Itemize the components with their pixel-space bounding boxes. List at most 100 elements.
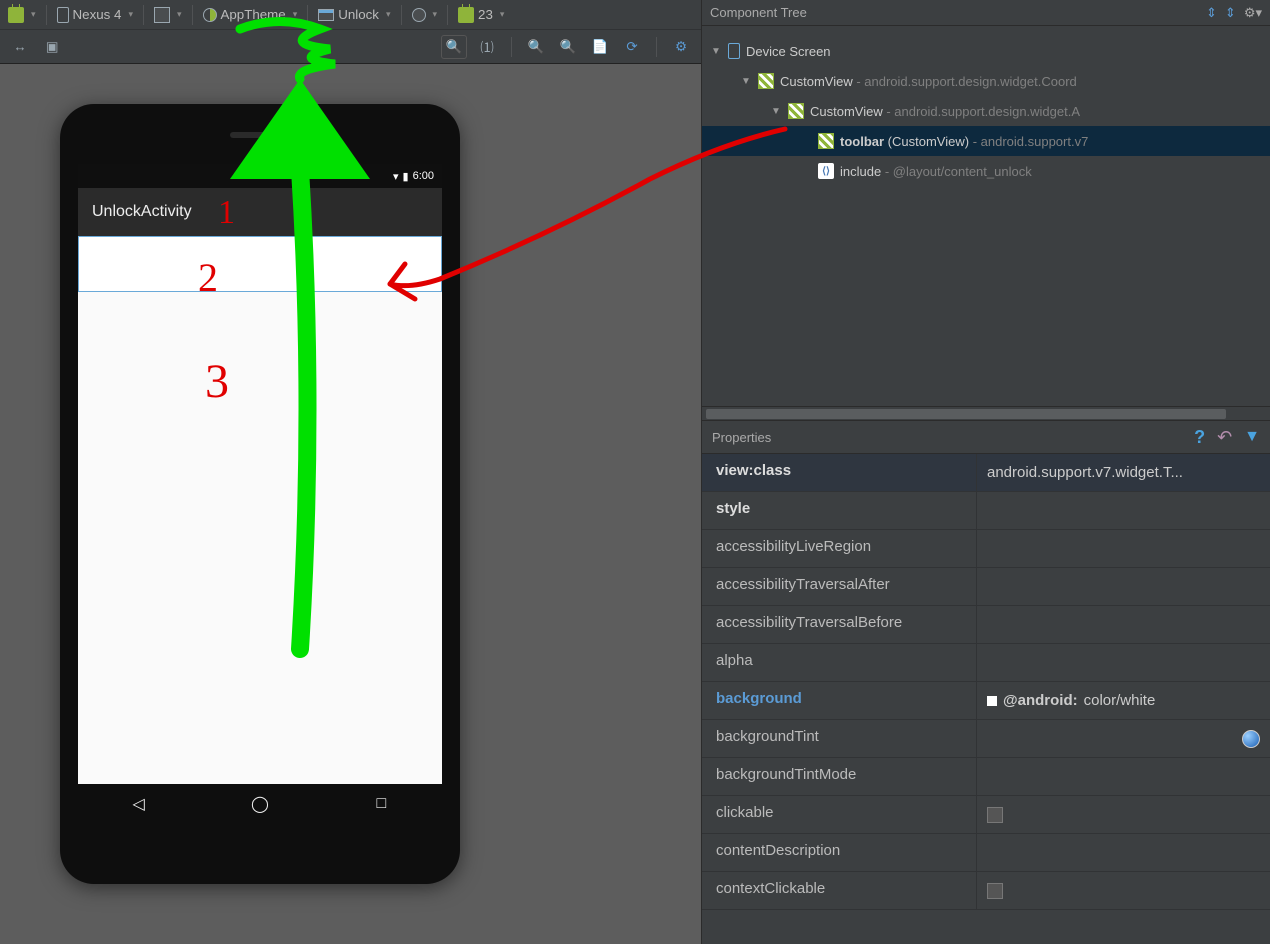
toggle-width-button[interactable]: ↔ xyxy=(8,35,32,59)
design-canvas[interactable]: ▾ ▮ 6:00 UnlockActivity ◁ ◯ □ xyxy=(0,64,701,944)
tree-row[interactable]: toolbar (CustomView) - android.support.v… xyxy=(702,126,1270,156)
zoom-in-icon: 🔍 xyxy=(528,39,544,55)
phone-icon xyxy=(57,7,69,23)
globe-icon xyxy=(412,8,426,22)
toggle-viewport-button[interactable]: ▣ xyxy=(40,35,64,59)
collapse-icon[interactable]: ⇕ xyxy=(1206,5,1217,21)
nav-bar: ◁ ◯ □ xyxy=(78,784,442,824)
property-row[interactable]: contextClickable xyxy=(702,872,1270,910)
tree-expander-icon[interactable]: ▼ xyxy=(770,106,782,117)
theme-label: AppTheme xyxy=(221,7,286,22)
customview-icon xyxy=(788,103,804,119)
layout-select[interactable]: Unlock xyxy=(314,3,394,27)
properties-title: Properties xyxy=(712,430,771,445)
zoom-in-button[interactable]: 🔍 xyxy=(524,35,548,59)
refresh-button[interactable]: ⟳ xyxy=(620,35,644,59)
property-name: contextClickable xyxy=(702,872,976,909)
property-value[interactable] xyxy=(976,872,1270,909)
undo-icon[interactable]: ↶ xyxy=(1217,427,1232,448)
design-surface-button[interactable] xyxy=(4,3,40,27)
api-select[interactable]: 23 xyxy=(454,3,508,27)
property-row[interactable]: contentDescription xyxy=(702,834,1270,872)
property-value[interactable] xyxy=(976,796,1270,833)
expand-icon[interactable]: ⇕ xyxy=(1225,5,1236,21)
property-row[interactable]: backgroundTintMode xyxy=(702,758,1270,796)
tree-label: CustomView - android.support.design.widg… xyxy=(810,104,1080,119)
component-tree-header: Component Tree ⇕ ⇕ ⚙▾ xyxy=(702,0,1270,26)
device-frame: ▾ ▮ 6:00 UnlockActivity ◁ ◯ □ xyxy=(60,104,460,884)
android-icon xyxy=(8,7,24,23)
property-value[interactable] xyxy=(976,720,1270,757)
property-row[interactable]: accessibilityLiveRegion xyxy=(702,530,1270,568)
property-row[interactable]: clickable xyxy=(702,796,1270,834)
property-value[interactable] xyxy=(976,644,1270,681)
property-value[interactable] xyxy=(976,758,1270,795)
fit-width-icon: ↔ xyxy=(12,39,28,55)
tree-label: Device Screen xyxy=(746,44,831,59)
browse-icon[interactable] xyxy=(1242,730,1260,748)
property-value[interactable] xyxy=(976,834,1270,871)
property-row[interactable]: alpha xyxy=(702,644,1270,682)
help-icon[interactable]: ? xyxy=(1194,427,1205,448)
device-select[interactable]: Nexus 4 xyxy=(53,3,137,27)
property-name: contentDescription xyxy=(702,834,976,871)
clipboard-button[interactable]: 📄 xyxy=(588,35,612,59)
property-name: view:class xyxy=(702,454,976,491)
tree-row[interactable]: ⟨⟩include - @layout/content_unlock xyxy=(702,156,1270,186)
property-name: accessibilityLiveRegion xyxy=(702,530,976,567)
app-bar: UnlockActivity xyxy=(78,188,442,236)
property-name: background xyxy=(702,682,976,719)
checkbox[interactable] xyxy=(987,883,1003,899)
tree-row[interactable]: ▼ CustomView - android.support.design.wid… xyxy=(702,66,1270,96)
property-value[interactable] xyxy=(976,530,1270,567)
theme-select[interactable]: AppTheme xyxy=(199,3,302,27)
view-toolbar: ↔ ▣ 🔍 ⑴ 🔍 🔍 📄 ⟳ ⚙ xyxy=(0,30,701,64)
speaker-slot xyxy=(230,132,290,138)
settings-button[interactable]: ⚙ xyxy=(669,35,693,59)
customview-icon xyxy=(818,133,834,149)
tree-label: CustomView - android.support.design.widg… xyxy=(780,74,1077,89)
layout-label: Unlock xyxy=(338,7,379,22)
property-row[interactable]: style xyxy=(702,492,1270,530)
layout-icon xyxy=(318,9,334,21)
status-time: 6:00 xyxy=(413,170,434,182)
property-row[interactable]: accessibilityTraversalAfter xyxy=(702,568,1270,606)
property-value[interactable] xyxy=(976,606,1270,643)
tree-scrollbar[interactable] xyxy=(702,406,1270,420)
app-title: UnlockActivity xyxy=(92,203,192,221)
theme-icon xyxy=(203,8,217,22)
zoom-fit-icon: 🔍 xyxy=(446,39,462,55)
tree-expander-icon[interactable]: ▼ xyxy=(740,76,752,87)
orientation-select[interactable] xyxy=(150,3,186,27)
property-row[interactable]: accessibilityTraversalBefore xyxy=(702,606,1270,644)
property-row[interactable]: view:classandroid.support.v7.widget.T... xyxy=(702,454,1270,492)
property-name: clickable xyxy=(702,796,976,833)
device-label: Nexus 4 xyxy=(73,7,122,22)
checkbox[interactable] xyxy=(987,807,1003,823)
property-value[interactable]: @android:color/white xyxy=(976,682,1270,719)
property-name: backgroundTintMode xyxy=(702,758,976,795)
tree-row[interactable]: ▼ CustomView - android.support.design.wid… xyxy=(702,96,1270,126)
locale-select[interactable] xyxy=(408,3,442,27)
include-icon: ⟨⟩ xyxy=(818,163,834,179)
orientation-icon xyxy=(154,7,170,23)
nav-recent-icon: □ xyxy=(371,794,391,814)
component-tree[interactable]: ▼ Device Screen ▼ CustomView - android.supp… xyxy=(702,26,1270,406)
refresh-icon: ⟳ xyxy=(624,39,640,55)
zoom-out-button[interactable]: 🔍 xyxy=(556,35,580,59)
properties-table[interactable]: view:classandroid.support.v7.widget.T...… xyxy=(702,454,1270,944)
property-value[interactable]: android.support.v7.widget.T... xyxy=(976,454,1270,491)
property-value[interactable] xyxy=(976,568,1270,605)
tree-row[interactable]: ▼ Device Screen xyxy=(702,36,1270,66)
tree-label: toolbar (CustomView) - android.support.v… xyxy=(840,134,1088,149)
property-name: backgroundTint xyxy=(702,720,976,757)
toolbar-view[interactable] xyxy=(78,236,442,292)
tree-settings-icon[interactable]: ⚙▾ xyxy=(1244,5,1262,21)
property-row[interactable]: backgroundTint xyxy=(702,720,1270,758)
tree-expander-icon[interactable]: ▼ xyxy=(710,46,722,57)
zoom-actual-button[interactable]: ⑴ xyxy=(475,35,499,59)
zoom-fit-button[interactable]: 🔍 xyxy=(441,35,467,59)
property-value[interactable] xyxy=(976,492,1270,529)
filter-icon[interactable]: ▼ xyxy=(1244,428,1260,446)
property-row[interactable]: background@android:color/white xyxy=(702,682,1270,720)
